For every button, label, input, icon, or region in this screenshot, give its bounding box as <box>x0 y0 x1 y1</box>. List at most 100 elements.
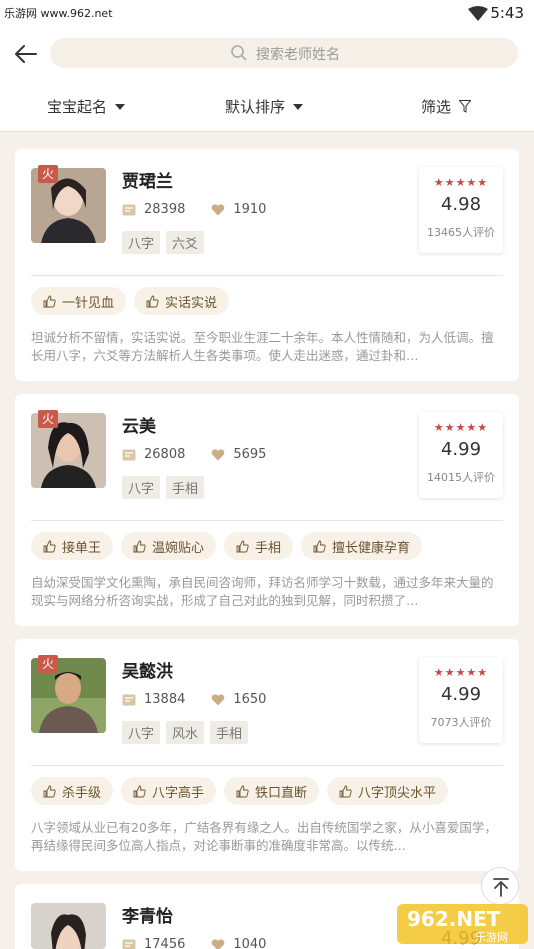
divider <box>31 765 503 766</box>
praise-pill: 一针见血 <box>31 287 127 315</box>
like-count: 5695 <box>233 447 267 462</box>
status-bar: 乐游网 www.962.net 5:43 <box>0 0 534 28</box>
thumbs-up-icon <box>313 540 326 552</box>
like-count: 1910 <box>233 202 267 217</box>
search-icon <box>231 45 247 61</box>
rating-score: 4.98 <box>440 194 482 215</box>
avatar[interactable] <box>31 903 106 949</box>
rating-box: ★★★★★ 4.99 7073人评价 <box>419 657 503 743</box>
filter-category-label: 宝宝起名 <box>47 98 108 116</box>
praise-pill: 八字顶尖水平 <box>327 777 449 805</box>
filter-screen[interactable]: 筛选 <box>421 96 472 117</box>
rating-score: 4.99 <box>440 684 482 705</box>
consult-icon <box>122 204 136 215</box>
star-rating: ★★★★★ <box>433 176 489 189</box>
skill-tag: 八字 <box>122 721 161 744</box>
teacher-name: 贾珺兰 <box>122 172 173 192</box>
thumbs-up-icon <box>43 540 56 552</box>
thumbs-up-icon <box>236 540 249 552</box>
skill-tag: 八字 <box>122 231 161 254</box>
thumbs-up-icon <box>236 785 249 797</box>
teacher-stats: 28398 1910 <box>122 202 292 217</box>
thumbs-up-icon <box>146 295 159 307</box>
skill-tags: 八字 手相 <box>122 476 205 499</box>
caret-down-icon <box>293 103 304 110</box>
like-count: 1650 <box>233 692 267 707</box>
praise-tags: 接单王 温婉贴心 手相 擅长健康孕育 <box>31 532 423 560</box>
praise-pill: 铁口直断 <box>224 777 320 805</box>
skill-tag: 手相 <box>166 476 205 499</box>
consult-icon <box>122 449 136 460</box>
filter-category[interactable]: 宝宝起名 <box>47 96 126 117</box>
filter-sort[interactable]: 默认排序 <box>225 96 304 117</box>
teacher-name: 吴懿洪 <box>122 662 173 682</box>
site-logo: 962.NET 乐游网 <box>397 904 528 944</box>
praise-label: 接单王 <box>62 540 102 556</box>
back-to-top-button[interactable] <box>481 867 519 905</box>
skill-tags: 八字 六爻 <box>122 231 205 254</box>
praise-label: 杀手级 <box>62 785 102 801</box>
teacher-description: 八字领域从业已有20多年，广结各界有缘之人。出自传统国学之家，从小喜爱国学，再结… <box>31 820 497 853</box>
praise-label: 一针见血 <box>62 295 115 311</box>
consult-count: 17456 <box>144 937 186 949</box>
thumbs-up-icon <box>339 785 352 797</box>
praise-label: 八字高手 <box>152 785 205 801</box>
praise-pill: 手相 <box>224 532 294 560</box>
praise-pill: 杀手级 <box>31 777 114 805</box>
praise-label: 实话实说 <box>165 295 218 311</box>
star-rating: ★★★★★ <box>433 666 489 679</box>
element-badge: 火 <box>38 655 58 673</box>
divider <box>31 275 503 276</box>
consult-icon <box>122 939 136 949</box>
review-count: 7073人评价 <box>430 716 492 729</box>
praise-label: 八字顶尖水平 <box>358 785 437 801</box>
rating-box: ★★★★★ 4.98 13465人评价 <box>419 167 503 253</box>
teacher-name: 李青怡 <box>122 907 173 927</box>
search-input[interactable]: 搜索老师姓名 <box>50 38 518 68</box>
divider <box>31 520 503 521</box>
praise-label: 温婉贴心 <box>152 540 205 556</box>
top-bar: 搜索老师姓名 宝宝起名 默认排序 筛选 <box>0 28 534 132</box>
logo-subtitle: 乐游网 <box>475 931 508 944</box>
praise-pill: 接单王 <box>31 532 114 560</box>
heart-icon <box>212 938 225 949</box>
review-count: 13465人评价 <box>427 226 495 239</box>
teacher-card[interactable]: 火 云美 26808 5695 八字 手相 ★★★★★ 4.99 14015人评… <box>15 394 519 626</box>
heart-icon <box>212 693 225 705</box>
star-rating: ★★★★★ <box>433 421 489 434</box>
thumbs-up-icon <box>43 785 56 797</box>
skill-tag: 手相 <box>210 721 249 744</box>
teacher-stats: 17456 1040 <box>122 937 292 949</box>
back-arrow-icon[interactable] <box>12 40 40 68</box>
teacher-stats: 13884 1650 <box>122 692 292 707</box>
skill-tags: 八字 风水 手相 <box>122 721 249 744</box>
heart-icon <box>212 448 225 460</box>
praise-pill: 实话实说 <box>134 287 230 315</box>
wifi-icon <box>468 6 488 21</box>
teacher-card[interactable]: 火 吴懿洪 13884 1650 八字 风水 手相 ★★★★★ 4.99 707… <box>15 639 519 871</box>
skill-tag: 六爻 <box>166 231 205 254</box>
praise-tags: 一针见血 实话实说 <box>31 287 230 315</box>
logo-text: 962.NET <box>407 907 501 931</box>
thumbs-up-icon <box>133 540 146 552</box>
praise-tags: 杀手级 八字高手 铁口直断 八字顶尖水平 <box>31 777 449 805</box>
teacher-name: 云美 <box>122 417 156 437</box>
filter-bar: 宝宝起名 默认排序 筛选 <box>0 92 534 124</box>
search-placeholder: 搜索老师姓名 <box>256 47 340 63</box>
filter-screen-label: 筛选 <box>421 98 452 116</box>
arrow-up-icon <box>493 878 509 897</box>
teacher-description: 自幼深受国学文化熏陶，承自民间咨询师，拜访名师学习十数载，通过多年来大量的现实与… <box>31 575 494 608</box>
teacher-card[interactable]: 火 贾珺兰 28398 1910 八字 六爻 ★★★★★ 4.98 13465人… <box>15 149 519 381</box>
teacher-description: 坦诚分析不留情，实话实说。至今职业生涯二十余年。本人性情随和，为人低调。擅长用八… <box>31 330 494 363</box>
consult-count: 26808 <box>144 447 186 462</box>
praise-label: 手相 <box>255 540 282 556</box>
praise-pill: 擅长健康孕育 <box>301 532 423 560</box>
review-count: 14015人评价 <box>427 471 495 484</box>
skill-tag: 八字 <box>122 476 161 499</box>
teacher-stats: 26808 5695 <box>122 447 292 462</box>
consult-icon <box>122 694 136 705</box>
watermark-text: 乐游网 www.962.net <box>4 7 113 20</box>
consult-count: 28398 <box>144 202 186 217</box>
consult-count: 13884 <box>144 692 186 707</box>
rating-box: ★★★★★ 4.99 14015人评价 <box>419 412 503 498</box>
